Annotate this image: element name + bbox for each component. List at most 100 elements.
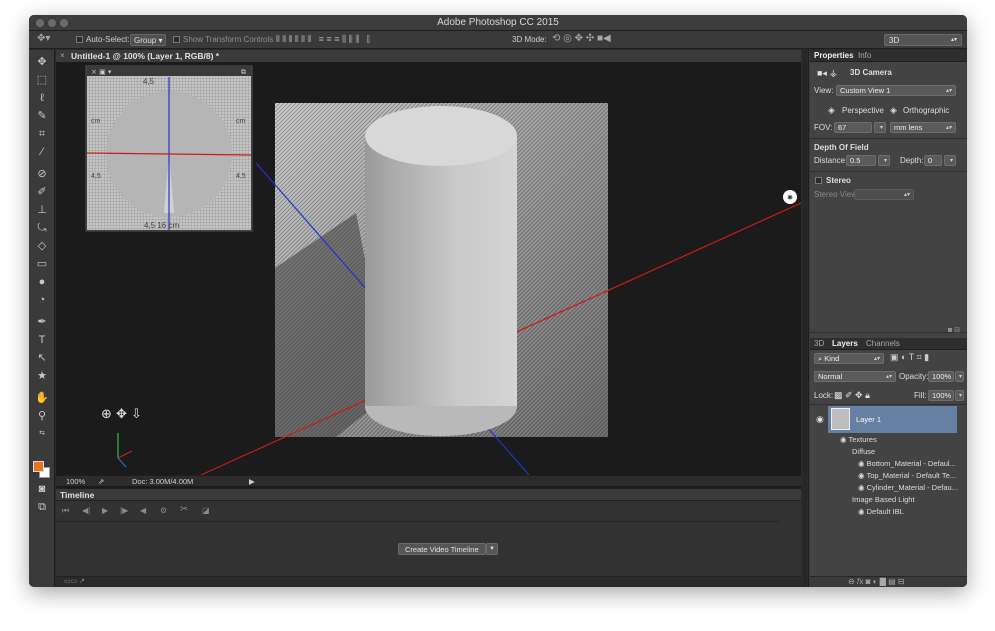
perspective-label[interactable]: Perspective	[842, 106, 884, 115]
foreground-color-swatch[interactable]	[33, 461, 44, 472]
eyedropper-tool-icon[interactable]: ⁄	[34, 145, 50, 159]
distance-value: 0.5	[850, 156, 861, 165]
next-frame-icon[interactable]: |▶	[120, 506, 128, 515]
material-item-top[interactable]: ◉ Top_Material - Default Te...	[858, 471, 956, 480]
dodge-tool-icon[interactable]: ◔	[34, 293, 50, 307]
lock-icons[interactable]: ▩ ✐ ✥ 🔒︎	[834, 390, 870, 401]
layers-footer-icons[interactable]: ⊖ 𝑓x ◙ ◐ ▇ ▤ ⊟	[848, 577, 905, 587]
eraser-tool-icon[interactable]: ◇	[34, 239, 50, 253]
canvas-area[interactable]: ✷ × ▣ ▾ ⧉ ⊕ ✥ ⇩ 4,5 4,5 16 cm cm 4,5 cm …	[56, 63, 801, 489]
gradient-tool-icon[interactable]: ▭	[34, 257, 50, 271]
tab-layers[interactable]: Layers	[832, 339, 858, 348]
transition-icon[interactable]: ◪	[202, 506, 210, 515]
healing-brush-icon[interactable]: ⊘	[34, 167, 50, 181]
screen-mode-icon[interactable]: ⧉	[34, 500, 50, 514]
hand-tool-icon[interactable]: ✋	[34, 391, 50, 405]
settings-icon[interactable]: ⚙	[160, 506, 167, 515]
zoom-tool-icon[interactable]: ⚲	[34, 409, 50, 423]
close-document-icon[interactable]: ×	[60, 51, 65, 60]
tab-properties[interactable]: Properties	[814, 51, 854, 60]
marquee-tool-icon[interactable]: ⬚	[34, 73, 50, 87]
quick-select-tool-icon[interactable]: ✎	[34, 109, 50, 123]
brush-tool-icon[interactable]: ✐	[34, 185, 50, 199]
pen-tool-icon[interactable]: ✒	[34, 315, 50, 329]
lens-dropdown[interactable]: mm lens ▴▾	[890, 122, 956, 133]
document-tab[interactable]: × Untitled-1 @ 100% (Layer 1, RGB/8) *	[56, 50, 801, 63]
ruler-bottom-label: 4,5 16 cm	[144, 221, 180, 230]
view-label: View:	[814, 86, 834, 95]
crop-tool-icon[interactable]: ⌗	[34, 127, 50, 141]
svg-text:✷: ✷	[786, 194, 794, 204]
workspace-value: 3D	[889, 36, 900, 45]
default-ibl-item[interactable]: ◉ Default IBL	[858, 507, 904, 516]
layer-filter-icons[interactable]: ▣ ◐ T ⌗ ▮	[890, 352, 929, 363]
fov-field[interactable]: 67	[834, 122, 872, 133]
doc-size: Doc: 3.00M/4.00M	[132, 477, 194, 486]
shape-tool-icon[interactable]: ★	[34, 369, 50, 383]
fov-stepper[interactable]: ▾	[874, 122, 886, 133]
depth-stepper[interactable]: ▾	[944, 155, 956, 166]
orbit-gizmo-icon[interactable]: ⊕ ✥ ⇩	[101, 407, 142, 422]
3d-scene[interactable]: ✷ × ▣ ▾ ⧉ ⊕ ✥ ⇩	[56, 63, 801, 489]
blend-mode-dropdown[interactable]: Normal ▴▾	[814, 371, 896, 382]
prev-frame-icon[interactable]: ◀|	[82, 506, 90, 515]
swap-colors-icon[interactable]: ⇆	[34, 427, 50, 441]
depth-value: 0	[928, 156, 933, 165]
layers-footer: ⊖ 𝑓x ◙ ◐ ▇ ▤ ⊟	[810, 576, 967, 587]
blur-tool-icon[interactable]: ●	[34, 275, 50, 289]
create-timeline-dropdown-icon[interactable]: ▼	[486, 543, 498, 555]
opacity-stepper[interactable]: ▾	[955, 371, 964, 382]
layer-row-layer-1[interactable]: Layer 1	[828, 406, 957, 433]
depth-field[interactable]: 0	[924, 155, 942, 166]
3d-mode-tools-icon[interactable]: ⟲ ◎ ✥ ✣ ■◀	[552, 33, 611, 44]
lasso-tool-icon[interactable]: ℓ	[34, 91, 50, 105]
status-menu-arrow-icon[interactable]: ▶	[249, 477, 255, 486]
move-tool-icon[interactable]: ✥▾	[37, 33, 50, 44]
align-icons[interactable]: ⫴ ⫴ ⫴ ⫴ ⫴ ⫴ ≡ ≡ ≡ ⫼ ⫼ ⫼ ⫿	[276, 34, 370, 45]
distance-field[interactable]: 0.5	[846, 155, 876, 166]
path-select-icon[interactable]: ↖	[34, 351, 50, 365]
kind-filter-dropdown[interactable]: ⌕ Kind ▴▾	[814, 353, 884, 364]
play-icon[interactable]: ▶	[102, 506, 108, 515]
fill-stepper[interactable]: ▾	[955, 390, 964, 401]
create-video-timeline-button[interactable]: Create Video Timeline	[398, 543, 486, 555]
stereo-view-dropdown[interactable]: ▴▾	[854, 189, 914, 200]
dof-title: Depth Of Field	[814, 143, 869, 152]
view-dropdown[interactable]: Custom View 1 ▴▾	[836, 85, 956, 96]
orthographic-label[interactable]: Orthographic	[903, 106, 949, 115]
tab-3d[interactable]: 3D	[814, 339, 824, 348]
distance-stepper[interactable]: ▾	[878, 155, 890, 166]
type-tool-icon[interactable]: T	[34, 333, 50, 347]
share-icon[interactable]: ⇗	[98, 477, 104, 486]
zoom-level[interactable]: 100%	[66, 477, 85, 486]
orthographic-icon[interactable]: ◈	[890, 105, 897, 116]
clone-stamp-icon[interactable]: ⊥	[34, 203, 50, 217]
layer-name[interactable]: Layer 1	[856, 415, 881, 424]
opacity-field[interactable]: 100%	[928, 371, 954, 382]
stereo-checkbox[interactable]	[815, 177, 822, 184]
panel-collapse-strip[interactable]	[803, 50, 807, 587]
move-tool-icon[interactable]: ✥	[34, 55, 50, 69]
tab-info[interactable]: Info	[858, 51, 871, 60]
first-frame-icon[interactable]: ⏮	[62, 506, 69, 516]
split-icon[interactable]: ✂	[180, 504, 188, 515]
textures-item[interactable]: ◉ Textures	[840, 435, 877, 444]
timeline-footer: ▭▭ ↗	[56, 576, 801, 587]
history-brush-icon[interactable]: ⤿	[34, 221, 50, 235]
workspace-switcher[interactable]: 3D ▴▾	[884, 34, 962, 46]
auto-select-dropdown[interactable]: Group ▾	[130, 34, 167, 46]
audio-icon[interactable]: ◀	[140, 506, 146, 515]
quick-mask-icon[interactable]: ◙	[34, 482, 50, 496]
perspective-icon[interactable]: ◈	[828, 105, 835, 116]
timeline-footer-icons[interactable]: ▭▭ ↗	[64, 577, 85, 585]
tab-channels[interactable]: Channels	[866, 339, 900, 348]
show-transform-checkbox[interactable]	[173, 36, 180, 43]
material-item-cylinder[interactable]: ◉ Cylinder_Material - Defau...	[858, 483, 958, 492]
material-item-bottom[interactable]: ◉ Bottom_Material - Defaul...	[858, 459, 956, 468]
auto-select-checkbox[interactable]	[76, 36, 83, 43]
cylinder-top[interactable]	[365, 106, 517, 166]
ruler-right-b: 4,5	[236, 173, 246, 180]
fill-field[interactable]: 100%	[928, 390, 954, 401]
layer-visibility-eye-icon[interactable]: ◉	[816, 414, 824, 425]
properties-footer-icons[interactable]: ◙ ⊟	[948, 326, 960, 334]
